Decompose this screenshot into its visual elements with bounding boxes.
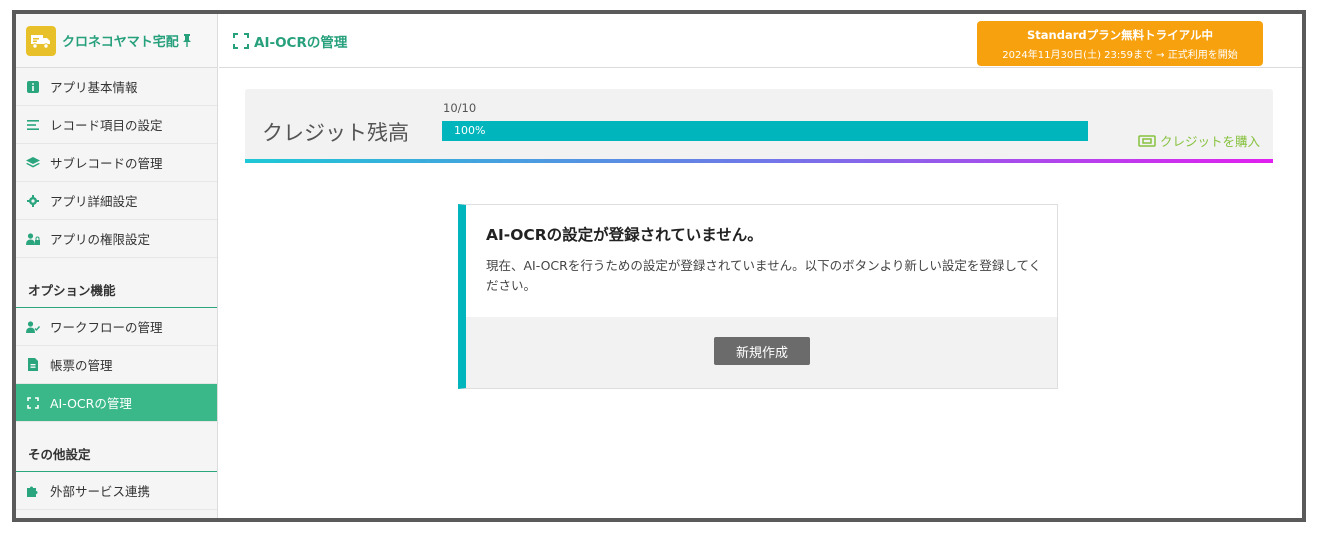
credit-progress-bar: 100% xyxy=(442,121,1088,141)
sidebar-item-permissions[interactable]: アプリの権限設定 xyxy=(16,220,217,258)
sidebar-item-app-details[interactable]: アプリ詳細設定 xyxy=(16,182,217,220)
scan-frame-icon xyxy=(233,33,249,49)
credit-gradient-line xyxy=(245,159,1273,163)
credit-progress-fill: 100% xyxy=(442,121,1088,141)
notice-body: 現在、AI-OCRを行うための設定が登録されていません。以下のボタンより新しい設… xyxy=(486,258,1042,293)
credit-count: 10/10 xyxy=(443,101,477,115)
sidebar-item-app-info[interactable]: アプリ基本情報 xyxy=(16,68,217,106)
puzzle-icon xyxy=(26,484,40,498)
list-icon xyxy=(26,118,40,132)
sidebar-item-record-fields[interactable]: レコード項目の設定 xyxy=(16,106,217,144)
buy-credit-label: クレジットを購入 xyxy=(1159,134,1260,149)
sidebar-item-workflow[interactable]: ワークフローの管理 xyxy=(16,308,217,346)
sidebar-item-label: ワークフローの管理 xyxy=(50,320,163,335)
ticket-icon xyxy=(1138,134,1156,147)
sidebar-item-label: サブレコードの管理 xyxy=(50,156,163,171)
trial-title: Standardプラン無料トライアル中 xyxy=(1026,28,1213,42)
sidebar-item-label: アプリの権限設定 xyxy=(50,232,151,247)
section-heading-options: オプション機能 xyxy=(16,258,217,308)
trial-subtitle: 2024年11月30日(土) 23:59まで → 正式利用を開始 xyxy=(1002,50,1238,61)
info-icon xyxy=(26,80,40,94)
scan-frame-icon xyxy=(26,396,40,410)
app-window: クロネコヤマト宅配 アプリ基本情報 レコード項目の設定 サブレコードの管理 アプ… xyxy=(12,10,1306,522)
sidebar-item-forms[interactable]: 帳票の管理 xyxy=(16,346,217,384)
sidebar-item-label: AI-OCRの管理 xyxy=(50,396,132,411)
sidebar-item-external-services[interactable]: 外部サービス連携 xyxy=(16,472,217,510)
app-header[interactable]: クロネコヤマト宅配 xyxy=(16,14,217,68)
app-name: クロネコヤマト宅配 xyxy=(62,35,179,50)
user-lock-icon xyxy=(26,232,40,246)
credit-title: クレジット残高 xyxy=(262,121,409,145)
layers-icon xyxy=(26,156,40,170)
page-title: AI-OCRの管理 xyxy=(233,31,347,51)
trial-badge[interactable]: Standardプラン無料トライアル中 2024年11月30日(土) 23:59… xyxy=(977,21,1263,66)
sidebar-item-label: アプリ基本情報 xyxy=(50,80,138,95)
sidebar-item-label: レコード項目の設定 xyxy=(50,118,163,133)
sidebar: クロネコヤマト宅配 アプリ基本情報 レコード項目の設定 サブレコードの管理 アプ… xyxy=(16,14,218,518)
pin-icon[interactable] xyxy=(181,34,193,47)
sidebar-item-label: アプリ詳細設定 xyxy=(50,194,138,209)
user-check-icon xyxy=(26,320,40,334)
notice-title: AI-OCRの設定が登録されていません。 xyxy=(486,226,763,244)
credit-percent: 100% xyxy=(454,124,486,137)
sidebar-item-label: 帳票の管理 xyxy=(50,358,113,373)
gear-icon xyxy=(26,194,40,208)
document-icon xyxy=(26,358,40,372)
notice-card: AI-OCRの設定が登録されていません。 現在、AI-OCRを行うための設定が登… xyxy=(458,204,1058,389)
buy-credit-link[interactable]: クレジットを購入 xyxy=(1138,131,1260,150)
notice-footer: 新規作成 xyxy=(466,317,1057,388)
page-title-text: AI-OCRの管理 xyxy=(254,35,348,51)
sidebar-item-ai-ocr[interactable]: AI-OCRの管理 xyxy=(16,384,217,422)
section-heading-other: その他設定 xyxy=(16,422,217,472)
topbar: AI-OCRの管理 Standardプラン無料トライアル中 2024年11月30… xyxy=(219,14,1302,68)
credit-panel: クレジット残高 10/10 100% クレジットを購入 xyxy=(245,89,1273,159)
sidebar-item-subrecords[interactable]: サブレコードの管理 xyxy=(16,144,217,182)
sidebar-item-label: 外部サービス連携 xyxy=(50,484,151,499)
truck-icon xyxy=(26,25,56,56)
new-create-button[interactable]: 新規作成 xyxy=(714,337,810,365)
